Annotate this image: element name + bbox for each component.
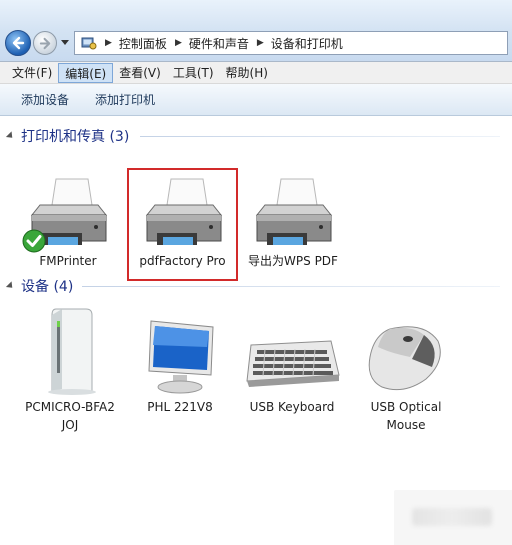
- devices-content-pane: 打印机和传真 (3) FMPrinter pdfFactory Pro 导出为W…: [0, 117, 512, 545]
- collapse-arrow-icon[interactable]: [5, 281, 16, 291]
- printer-item[interactable]: pdfFactory Pro: [130, 175, 235, 269]
- printer-item[interactable]: 导出为WPS PDF: [240, 175, 346, 269]
- breadcrumb-devices-printers[interactable]: 设备和打印机: [271, 35, 343, 52]
- group-divider: [82, 286, 500, 287]
- forward-arrow-icon: [39, 37, 51, 50]
- back-arrow-icon: [12, 36, 25, 50]
- menu-help[interactable]: 帮助(H): [220, 63, 274, 83]
- back-button[interactable]: [5, 30, 31, 56]
- device-item[interactable]: USB Keyboard: [240, 317, 344, 415]
- breadcrumb-hardware-sound[interactable]: 硬件和声音: [189, 35, 249, 52]
- history-dropdown-icon[interactable]: [59, 35, 71, 49]
- printer-label: pdfFactory Pro: [139, 254, 226, 268]
- blurred-watermark-area: [394, 490, 512, 545]
- group-divider: [140, 136, 500, 137]
- device-label: PCMICRO-BFA2: [25, 400, 115, 414]
- printer-label: FMPrinter: [39, 254, 97, 268]
- menu-tools[interactable]: 工具(T): [167, 63, 220, 83]
- device-label: JOJ: [61, 418, 79, 432]
- device-item[interactable]: PCMICRO-BFA2 JOJ: [14, 303, 126, 433]
- add-printer-button[interactable]: 添加打印机: [86, 88, 164, 111]
- devices-group-title: 设备 (4): [21, 279, 74, 295]
- device-label: PHL 221V8: [147, 400, 213, 414]
- breadcrumb-control-panel[interactable]: 控制面板: [119, 35, 167, 52]
- mouse-icon: [368, 326, 441, 391]
- breadcrumb: ▶ 控制面板 ▶ 硬件和声音 ▶ 设备和打印机: [101, 32, 343, 54]
- add-device-button[interactable]: 添加设备: [12, 88, 78, 111]
- printer-icon: [255, 178, 333, 245]
- device-label: USB Keyboard: [249, 400, 335, 414]
- breadcrumb-separator-icon[interactable]: ▶: [167, 38, 189, 48]
- device-item[interactable]: PHL 221V8: [130, 317, 230, 415]
- breadcrumb-separator-icon[interactable]: ▶: [249, 38, 271, 48]
- printer-label: 导出为WPS PDF: [248, 254, 338, 268]
- computer-tower-icon: [48, 308, 96, 395]
- address-bar-area: ▶ 控制面板 ▶ 硬件和声音 ▶ 设备和打印机: [0, 0, 512, 62]
- printer-item[interactable]: FMPrinter: [18, 175, 118, 269]
- default-check-icon: [22, 229, 46, 253]
- menu-view[interactable]: 查看(V): [113, 63, 167, 83]
- menu-bar: 文件(F) 编辑(E) 查看(V) 工具(T) 帮助(H): [0, 62, 512, 84]
- device-label: Mouse: [386, 418, 426, 432]
- devices-group-header[interactable]: 设备 (4): [5, 276, 74, 296]
- breadcrumb-separator-icon[interactable]: ▶: [101, 38, 119, 48]
- device-item[interactable]: USB Optical Mouse: [356, 317, 456, 433]
- menu-file[interactable]: 文件(F): [6, 63, 58, 83]
- address-box[interactable]: ▶ 控制面板 ▶ 硬件和声音 ▶ 设备和打印机: [74, 31, 508, 55]
- printers-group-header[interactable]: 打印机和传真 (3): [5, 126, 130, 146]
- collapse-arrow-icon[interactable]: [5, 131, 16, 141]
- command-bar: 添加设备 添加打印机: [0, 84, 512, 116]
- forward-button[interactable]: [33, 31, 57, 55]
- printers-group-title: 打印机和传真 (3): [21, 129, 130, 145]
- control-panel-icon: [81, 37, 97, 50]
- printer-icon: [145, 178, 222, 245]
- keyboard-icon: [246, 340, 340, 387]
- menu-edit[interactable]: 编辑(E): [58, 62, 114, 83]
- device-label: USB Optical: [370, 400, 442, 414]
- monitor-icon: [148, 320, 214, 394]
